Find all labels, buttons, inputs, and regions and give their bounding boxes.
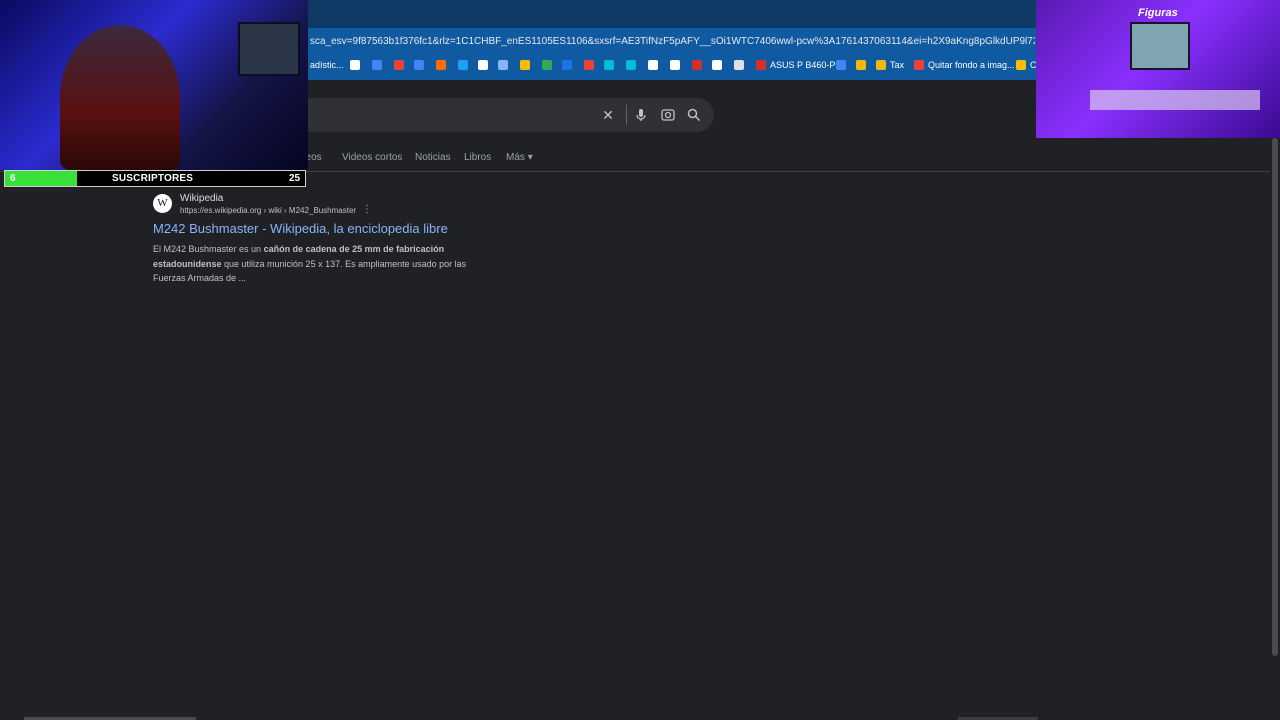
bookmark-label: ASUS P B460-P xyxy=(770,60,836,70)
bookmark-favicon-icon xyxy=(498,60,508,70)
tab-mas-label: Más xyxy=(506,152,525,163)
bookmark-favicon-icon xyxy=(350,60,360,70)
clear-icon[interactable]: ✕ xyxy=(600,107,616,123)
bookmark-favicon-icon xyxy=(542,60,552,70)
bookmark-item[interactable] xyxy=(584,60,594,70)
bookmark-label: adístic... xyxy=(310,60,344,70)
bookmark-item[interactable] xyxy=(542,60,552,70)
search-divider xyxy=(626,105,627,125)
bookmark-item[interactable] xyxy=(626,60,636,70)
bookmark-item[interactable] xyxy=(692,60,702,70)
bookmark-favicon-icon xyxy=(436,60,446,70)
bookmark-favicon-icon xyxy=(914,60,924,70)
bookmark-favicon-icon xyxy=(712,60,722,70)
subscriber-goal: 25 xyxy=(289,173,301,184)
lens-icon[interactable] xyxy=(660,107,676,123)
bookmark-item[interactable] xyxy=(498,60,508,70)
search-input[interactable] xyxy=(290,98,714,132)
bookmark-item[interactable]: adístic... xyxy=(310,60,344,70)
stream-logo: Figuras xyxy=(1138,7,1178,19)
webcam-person xyxy=(60,25,180,170)
bookmark-favicon-icon xyxy=(520,60,530,70)
url-text[interactable]: sca_esv=9f87563b1f376fc1&rlz=1C1CHBF_enE… xyxy=(310,36,1035,47)
subscriber-label: SUSCRIPTORES xyxy=(112,173,194,184)
bookmark-item[interactable] xyxy=(604,60,614,70)
bookmark-favicon-icon xyxy=(478,60,488,70)
tab-mas[interactable]: Más ▾ xyxy=(506,152,533,163)
bookmark-favicon-icon xyxy=(394,60,404,70)
bookmark-favicon-icon xyxy=(458,60,468,70)
bookmark-item[interactable] xyxy=(520,60,530,70)
bookmark-favicon-icon xyxy=(670,60,680,70)
bookmark-item[interactable]: C xyxy=(1016,60,1037,70)
bookmark-favicon-icon xyxy=(414,60,424,70)
result-site-name[interactable]: Wikipedia xyxy=(180,193,223,204)
bookmark-item[interactable] xyxy=(734,60,744,70)
bookmark-favicon-icon xyxy=(372,60,382,70)
tab-noticias[interactable]: Noticias xyxy=(415,152,451,163)
bookmark-label: Tax xyxy=(890,60,905,70)
bookmark-item[interactable] xyxy=(414,60,424,70)
bookmark-item[interactable]: Tax xyxy=(876,60,904,70)
bookmark-item[interactable] xyxy=(372,60,382,70)
bookmark-favicon-icon xyxy=(1016,60,1026,70)
bookmark-favicon-icon xyxy=(734,60,744,70)
tab-videos-cortos[interactable]: Videos cortos xyxy=(342,152,402,163)
bookmark-favicon-icon xyxy=(876,60,886,70)
tab-libros[interactable]: Libros xyxy=(464,152,491,163)
bookmark-favicon-icon xyxy=(604,60,614,70)
bookmark-item[interactable] xyxy=(712,60,722,70)
bookmark-item[interactable] xyxy=(458,60,468,70)
wikipedia-favicon-icon: W xyxy=(153,194,172,213)
bookmark-item[interactable]: ASUS P B460-P xyxy=(756,60,835,70)
bookmark-favicon-icon xyxy=(562,60,572,70)
bookmark-favicon-icon xyxy=(648,60,658,70)
bookmark-favicon-icon xyxy=(692,60,702,70)
bookmark-item[interactable] xyxy=(648,60,658,70)
result-cite[interactable]: https://es.wikipedia.org › wiki › M242_B… xyxy=(180,206,356,215)
webcam-overlay-left xyxy=(0,0,308,170)
bookmark-item[interactable] xyxy=(436,60,446,70)
bookmark-favicon-icon xyxy=(856,60,866,70)
result-snippet: El M242 Bushmaster es un cañón de cadena… xyxy=(153,242,493,286)
vertical-scrollbar[interactable] xyxy=(1272,138,1278,656)
snippet-text: El M242 Bushmaster es un xyxy=(153,244,264,254)
bookmark-item[interactable] xyxy=(562,60,572,70)
search-icon[interactable] xyxy=(686,107,702,123)
subscriber-count: 6 xyxy=(10,173,16,184)
bookmark-favicon-icon xyxy=(756,60,766,70)
bookmark-item[interactable] xyxy=(670,60,680,70)
bookmark-item[interactable] xyxy=(394,60,404,70)
bookmark-item[interactable] xyxy=(836,60,846,70)
chevron-down-icon: ▾ xyxy=(527,152,533,163)
webcam-monitor xyxy=(238,22,300,76)
bookmark-item[interactable] xyxy=(350,60,360,70)
bookmark-favicon-icon xyxy=(584,60,594,70)
more-options-icon[interactable]: ⋮ xyxy=(362,204,372,215)
bookmark-favicon-icon xyxy=(626,60,636,70)
result-title-link[interactable]: M242 Bushmaster - Wikipedia, la enciclop… xyxy=(153,221,448,236)
bookmark-favicon-icon xyxy=(836,60,846,70)
bookmark-item[interactable] xyxy=(856,60,866,70)
microphone-icon[interactable] xyxy=(633,107,649,123)
bookmark-item[interactable] xyxy=(478,60,488,70)
webcam-right-monitor xyxy=(1130,22,1190,70)
webcam-right-desk xyxy=(1090,90,1260,110)
bookmark-label: Quitar fondo a imag... xyxy=(928,60,1015,70)
bookmark-item[interactable]: Quitar fondo a imag... xyxy=(914,60,1015,70)
